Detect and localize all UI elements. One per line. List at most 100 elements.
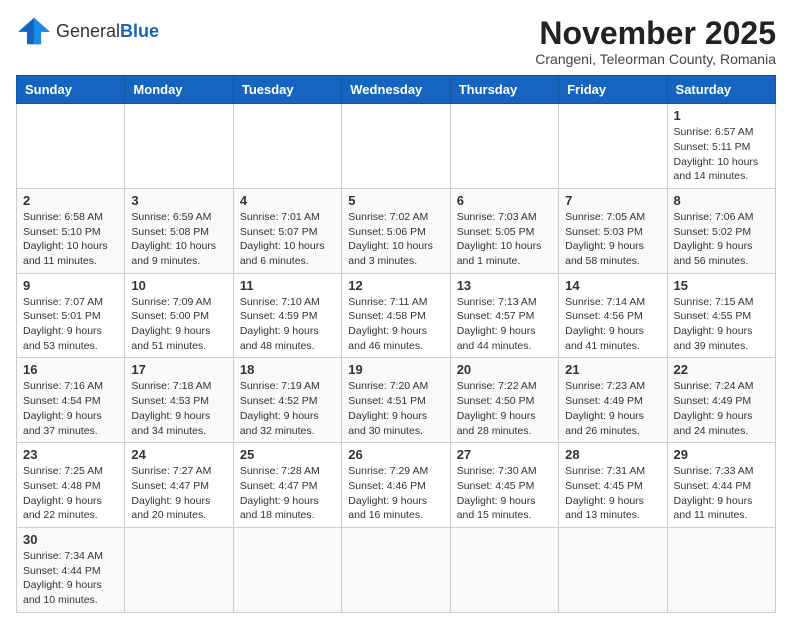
day-number: 25 [240, 447, 335, 462]
day-number: 18 [240, 362, 335, 377]
location-subtitle: Crangeni, Teleorman County, Romania [535, 51, 776, 67]
calendar-cell: 22 Sunrise: 7:24 AMSunset: 4:49 PMDayligh… [667, 358, 775, 443]
column-header-tuesday: Tuesday [233, 76, 341, 104]
day-number: 7 [565, 193, 660, 208]
day-number: 19 [348, 362, 443, 377]
day-number: 12 [348, 278, 443, 293]
calendar-cell: 10 Sunrise: 7:09 AMSunset: 5:00 PMDayligh… [125, 273, 233, 358]
day-info: Sunrise: 7:25 AMSunset: 4:48 PMDaylight:… [23, 464, 118, 523]
calendar-cell: 1 Sunrise: 6:57 AMSunset: 5:11 PMDaylight… [667, 104, 775, 189]
title-area: November 2025 Crangeni, Teleorman County… [535, 16, 776, 67]
calendar-cell: 21 Sunrise: 7:23 AMSunset: 4:49 PMDayligh… [559, 358, 667, 443]
day-number: 13 [457, 278, 552, 293]
column-header-saturday: Saturday [667, 76, 775, 104]
calendar-header-row: SundayMondayTuesdayWednesdayThursdayFrid… [17, 76, 776, 104]
column-header-sunday: Sunday [17, 76, 125, 104]
calendar-table: SundayMondayTuesdayWednesdayThursdayFrid… [16, 75, 776, 613]
day-number: 8 [674, 193, 769, 208]
calendar-cell: 29Sunrise: 7:33 AMSunset: 4:44 PMDayligh… [667, 443, 775, 528]
calendar-cell [342, 104, 450, 189]
page-header: GeneralBlue November 2025 Crangeni, Tele… [16, 16, 776, 67]
month-title: November 2025 [535, 16, 776, 51]
logo-general: General [56, 21, 120, 41]
calendar-cell [559, 104, 667, 189]
day-number: 16 [23, 362, 118, 377]
calendar-cell: 6 Sunrise: 7:03 AMSunset: 5:05 PMDaylight… [450, 188, 558, 273]
logo-text: GeneralBlue [56, 22, 159, 40]
calendar-cell: 15 Sunrise: 7:15 AMSunset: 4:55 PMDayligh… [667, 273, 775, 358]
logo-blue: Blue [120, 21, 159, 41]
day-info: Sunrise: 7:09 AMSunset: 5:00 PMDaylight:… [131, 295, 226, 354]
day-number: 30 [23, 532, 118, 547]
calendar-cell: 30 Sunrise: 7:34 AMSunset: 4:44 PMDayligh… [17, 527, 125, 612]
day-info: Sunrise: 7:10 AMSunset: 4:59 PMDaylight:… [240, 295, 335, 354]
calendar-cell: 26 Sunrise: 7:29 AMSunset: 4:46 PMDayligh… [342, 443, 450, 528]
calendar-cell [450, 104, 558, 189]
day-number: 28 [565, 447, 660, 462]
day-info: Sunrise: 7:14 AMSunset: 4:56 PMDaylight:… [565, 295, 660, 354]
day-number: 2 [23, 193, 118, 208]
calendar-cell: 8 Sunrise: 7:06 AMSunset: 5:02 PMDaylight… [667, 188, 775, 273]
day-info: Sunrise: 6:57 AMSunset: 5:11 PMDaylight:… [674, 125, 769, 184]
column-header-monday: Monday [125, 76, 233, 104]
day-number: 1 [674, 108, 769, 123]
calendar-cell [559, 527, 667, 612]
calendar-week-row: 2Sunrise: 6:58 AMSunset: 5:10 PMDaylight… [17, 188, 776, 273]
calendar-cell: 3 Sunrise: 6:59 AMSunset: 5:08 PMDaylight… [125, 188, 233, 273]
calendar-cell [125, 527, 233, 612]
logo: GeneralBlue [16, 16, 159, 46]
column-header-friday: Friday [559, 76, 667, 104]
day-info: Sunrise: 7:23 AMSunset: 4:49 PMDaylight:… [565, 379, 660, 438]
day-info: Sunrise: 7:27 AMSunset: 4:47 PMDaylight:… [131, 464, 226, 523]
calendar-cell: 18 Sunrise: 7:19 AMSunset: 4:52 PMDayligh… [233, 358, 341, 443]
column-header-thursday: Thursday [450, 76, 558, 104]
calendar-cell: 19Sunrise: 7:20 AMSunset: 4:51 PMDayligh… [342, 358, 450, 443]
day-number: 21 [565, 362, 660, 377]
calendar-cell: 24 Sunrise: 7:27 AMSunset: 4:47 PMDayligh… [125, 443, 233, 528]
calendar-cell: 17Sunrise: 7:18 AMSunset: 4:53 PMDayligh… [125, 358, 233, 443]
calendar-cell: 13Sunrise: 7:13 AMSunset: 4:57 PMDayligh… [450, 273, 558, 358]
day-info: Sunrise: 6:59 AMSunset: 5:08 PMDaylight:… [131, 210, 226, 269]
calendar-cell: 23Sunrise: 7:25 AMSunset: 4:48 PMDayligh… [17, 443, 125, 528]
day-info: Sunrise: 7:30 AMSunset: 4:45 PMDaylight:… [457, 464, 552, 523]
day-number: 29 [674, 447, 769, 462]
day-info: Sunrise: 7:15 AMSunset: 4:55 PMDaylight:… [674, 295, 769, 354]
day-info: Sunrise: 7:06 AMSunset: 5:02 PMDaylight:… [674, 210, 769, 269]
calendar-week-row: 1 Sunrise: 6:57 AMSunset: 5:11 PMDaylight… [17, 104, 776, 189]
calendar-cell: 11 Sunrise: 7:10 AMSunset: 4:59 PMDayligh… [233, 273, 341, 358]
day-info: Sunrise: 7:29 AMSunset: 4:46 PMDaylight:… [348, 464, 443, 523]
calendar-cell: 12 Sunrise: 7:11 AMSunset: 4:58 PMDayligh… [342, 273, 450, 358]
day-number: 15 [674, 278, 769, 293]
day-number: 24 [131, 447, 226, 462]
day-number: 27 [457, 447, 552, 462]
day-number: 3 [131, 193, 226, 208]
day-info: Sunrise: 7:19 AMSunset: 4:52 PMDaylight:… [240, 379, 335, 438]
day-number: 22 [674, 362, 769, 377]
day-info: Sunrise: 7:34 AMSunset: 4:44 PMDaylight:… [23, 549, 118, 608]
day-number: 4 [240, 193, 335, 208]
calendar-cell [233, 527, 341, 612]
calendar-cell [233, 104, 341, 189]
calendar-week-row: 16 Sunrise: 7:16 AMSunset: 4:54 PMDayligh… [17, 358, 776, 443]
calendar-cell: 9Sunrise: 7:07 AMSunset: 5:01 PMDaylight… [17, 273, 125, 358]
day-number: 11 [240, 278, 335, 293]
day-number: 10 [131, 278, 226, 293]
day-number: 5 [348, 193, 443, 208]
calendar-cell: 28 Sunrise: 7:31 AMSunset: 4:45 PMDayligh… [559, 443, 667, 528]
day-info: Sunrise: 7:31 AMSunset: 4:45 PMDaylight:… [565, 464, 660, 523]
day-info: Sunrise: 7:03 AMSunset: 5:05 PMDaylight:… [457, 210, 552, 269]
calendar-week-row: 30 Sunrise: 7:34 AMSunset: 4:44 PMDayligh… [17, 527, 776, 612]
day-info: Sunrise: 7:01 AMSunset: 5:07 PMDaylight:… [240, 210, 335, 269]
day-info: Sunrise: 7:11 AMSunset: 4:58 PMDaylight:… [348, 295, 443, 354]
calendar-cell: 20Sunrise: 7:22 AMSunset: 4:50 PMDayligh… [450, 358, 558, 443]
day-info: Sunrise: 7:24 AMSunset: 4:49 PMDaylight:… [674, 379, 769, 438]
calendar-cell: 7 Sunrise: 7:05 AMSunset: 5:03 PMDaylight… [559, 188, 667, 273]
calendar-cell [17, 104, 125, 189]
day-info: Sunrise: 7:16 AMSunset: 4:54 PMDaylight:… [23, 379, 118, 438]
calendar-cell: 16 Sunrise: 7:16 AMSunset: 4:54 PMDayligh… [17, 358, 125, 443]
day-number: 17 [131, 362, 226, 377]
day-number: 26 [348, 447, 443, 462]
day-number: 6 [457, 193, 552, 208]
calendar-cell: 14Sunrise: 7:14 AMSunset: 4:56 PMDayligh… [559, 273, 667, 358]
day-info: Sunrise: 7:05 AMSunset: 5:03 PMDaylight:… [565, 210, 660, 269]
